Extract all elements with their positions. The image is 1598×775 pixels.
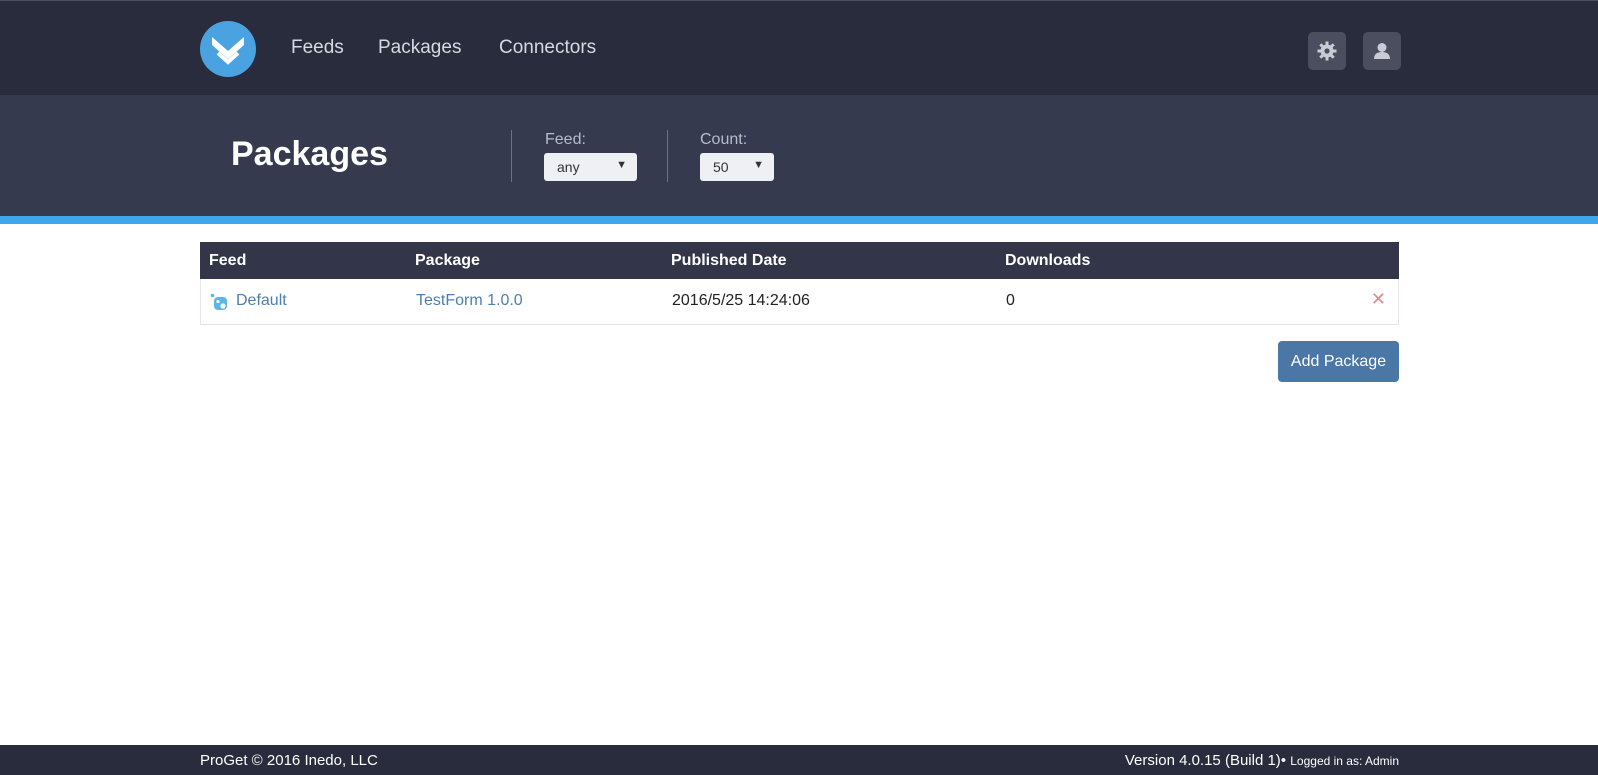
add-package-button[interactable]: Add Package xyxy=(1278,341,1399,382)
footer-separator: • xyxy=(1280,752,1287,769)
footer-copyright: ProGet © 2016 Inedo, LLC xyxy=(200,752,378,769)
column-header-downloads[interactable]: Downloads xyxy=(1005,252,1090,270)
feed-filter-label: Feed: xyxy=(545,131,586,148)
table-row: Default TestForm 1.0.0 2016/5/25 14:24:0… xyxy=(200,279,1399,325)
count-filter-label: Count: xyxy=(700,131,748,148)
caret-down-icon: ▼ xyxy=(753,159,764,171)
header-accent-bar xyxy=(0,216,1598,224)
packages-table: Feed Package Published Date Downloads De… xyxy=(200,242,1399,325)
column-header-published-date[interactable]: Published Date xyxy=(671,252,787,270)
close-icon[interactable]: ✕ xyxy=(1371,289,1386,310)
gear-icon xyxy=(1317,41,1337,61)
feed-select[interactable]: any ▼ xyxy=(544,153,637,181)
page-header: Packages Feed: any ▼ Count: 50 ▼ xyxy=(0,95,1598,216)
count-select-value: 50 xyxy=(713,159,729,175)
footer-status: Version 4.0.15 (Build 1)• Logged in as: … xyxy=(1125,752,1399,769)
column-header-feed[interactable]: Feed xyxy=(209,252,246,270)
feed-select-value: any xyxy=(557,159,580,175)
published-date-cell: 2016/5/25 14:24:06 xyxy=(672,292,810,309)
downloads-cell: 0 xyxy=(1006,292,1015,309)
top-navbar: Feeds Packages Connectors xyxy=(0,0,1598,95)
footer-logged-in[interactable]: Logged in as: Admin xyxy=(1290,754,1399,768)
proget-logo[interactable] xyxy=(200,21,256,77)
footer: ProGet © 2016 Inedo, LLC Version 4.0.15 … xyxy=(0,745,1598,775)
footer-version: Version 4.0.15 (Build 1) xyxy=(1124,752,1281,769)
page-title: Packages xyxy=(231,135,388,173)
caret-down-icon: ▼ xyxy=(616,159,627,171)
nav-packages[interactable]: Packages xyxy=(378,37,461,59)
package-link[interactable]: TestForm 1.0.0 xyxy=(416,292,523,310)
count-select[interactable]: 50 ▼ xyxy=(700,153,774,181)
table-header: Feed Package Published Date Downloads xyxy=(200,242,1399,279)
user-icon xyxy=(1374,43,1390,59)
settings-button[interactable] xyxy=(1308,32,1346,70)
nav-feeds[interactable]: Feeds xyxy=(291,37,344,59)
header-divider xyxy=(511,130,512,182)
column-header-package[interactable]: Package xyxy=(415,252,480,270)
feed-link[interactable]: Default xyxy=(236,292,287,310)
user-button[interactable] xyxy=(1363,32,1401,70)
header-divider xyxy=(667,130,668,182)
nav-connectors[interactable]: Connectors xyxy=(499,37,596,59)
nuget-feed-icon xyxy=(210,293,227,310)
logo-icon xyxy=(212,37,244,65)
